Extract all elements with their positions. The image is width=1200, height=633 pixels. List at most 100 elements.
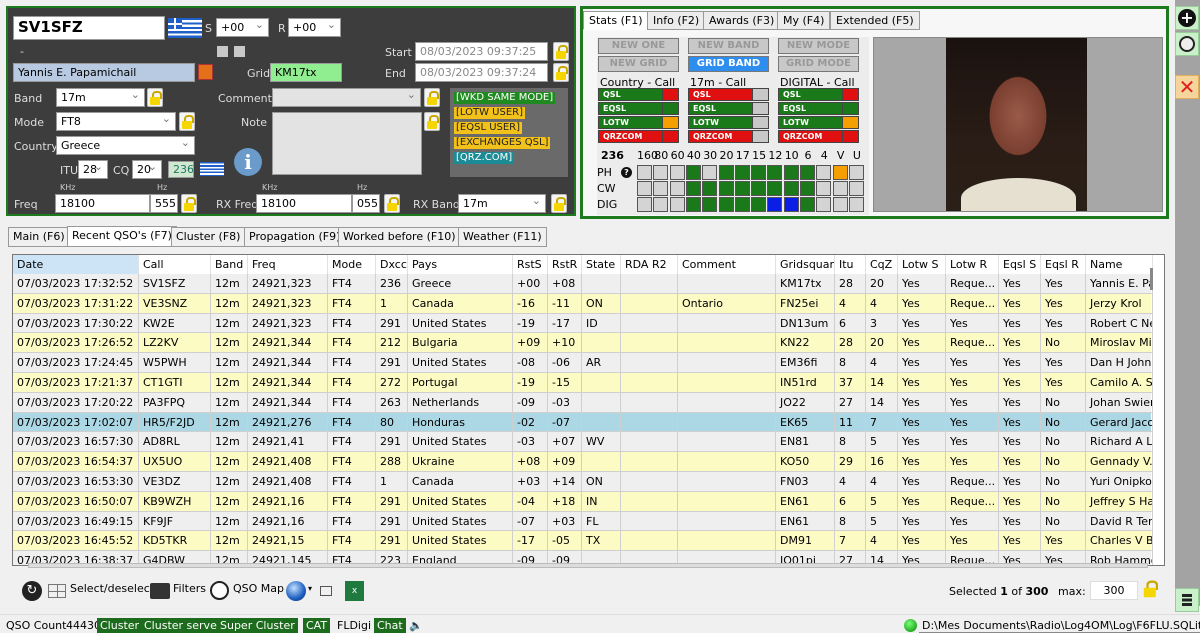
- table-row[interactable]: 07/03/2023 16:57:30 AD8RL 12m 24921,41 FT4 29…: [13, 432, 1153, 453]
- status-cluster[interactable]: Cluster: [97, 618, 143, 633]
- column-header-comment[interactable]: Comment: [678, 255, 776, 275]
- column-header-cqz[interactable]: CqZ: [866, 255, 898, 275]
- database-path[interactable]: D:\Mes Documents\Radio\Log4OM\Log\F6FLU.…: [919, 618, 1200, 633]
- table-row[interactable]: 07/03/2023 17:30:22 KW2E 12m 24921,323 FT4 29…: [13, 313, 1153, 334]
- column-header-pays[interactable]: Pays: [408, 255, 513, 275]
- max-input[interactable]: 300: [1090, 581, 1138, 600]
- rx-band-select[interactable]: 17m: [458, 194, 546, 213]
- stats-new-one-button[interactable]: NEW ONE: [598, 38, 679, 54]
- speaker-icon[interactable]: 🔈: [406, 618, 426, 633]
- lock-icon[interactable]: [384, 194, 400, 213]
- column-header-state[interactable]: State: [582, 255, 621, 275]
- lock-icon[interactable]: [179, 112, 195, 131]
- callsign-input[interactable]: SV1SFZ: [13, 16, 165, 40]
- table-row[interactable]: 07/03/2023 16:49:15 KF9JF 12m 24921,16 FT4 29…: [13, 511, 1153, 532]
- toggle-square-1[interactable]: [217, 46, 228, 57]
- tab-main-f6[interactable]: Main (F6): [8, 227, 70, 247]
- column-header-lotw-s[interactable]: Lotw S: [898, 255, 946, 275]
- itu-select[interactable]: 28: [78, 160, 108, 179]
- lock-icon[interactable]: [147, 88, 163, 107]
- layout-button[interactable]: [1175, 588, 1199, 612]
- status-super-cluster[interactable]: Super Cluster: [217, 618, 298, 633]
- status-cluster-server[interactable]: Cluster server: [141, 618, 225, 633]
- table-row[interactable]: 07/03/2023 17:31:22 VE3SNZ 12m 24921,323 FT4…: [13, 293, 1153, 314]
- globe-button[interactable]: [1175, 32, 1199, 56]
- table-row[interactable]: 07/03/2023 16:50:07 KB9WZH 12m 24921,16 FT4 2…: [13, 491, 1153, 512]
- lookup-icon[interactable]: [198, 64, 213, 80]
- vertical-scrollbar[interactable]: [1150, 268, 1153, 290]
- column-header-band[interactable]: Band: [211, 255, 248, 275]
- column-header-eqsl-r[interactable]: Eqsl R: [1041, 255, 1086, 275]
- status-cat[interactable]: CAT: [303, 618, 331, 633]
- lock-icon[interactable]: [553, 42, 569, 61]
- rst-sent-select[interactable]: +00: [216, 18, 269, 37]
- tab-worked-before-f10[interactable]: Worked before (F10): [338, 227, 461, 247]
- horizontal-scrollbar[interactable]: [28, 563, 1148, 568]
- mode-select[interactable]: FT8: [56, 112, 176, 131]
- table-row[interactable]: 07/03/2023 17:32:52 SV1SFZ 12m 24921,323 FT4…: [13, 274, 1153, 294]
- column-header-lotw-r[interactable]: Lotw R: [946, 255, 999, 275]
- column-header-rsts[interactable]: RstS: [513, 255, 548, 275]
- info-tab[interactable]: Stats (F1): [583, 11, 649, 30]
- status-fldigi[interactable]: FLDigi: [334, 618, 374, 633]
- tab-propagation-f9[interactable]: Propagation (F9): [244, 227, 346, 247]
- table-row[interactable]: 07/03/2023 16:54:37 UX5UO 12m 24921,408 FT4 2…: [13, 452, 1153, 472]
- table-row[interactable]: 07/03/2023 17:26:52 LZ2KV 12m 24921,344 FT4 2…: [13, 333, 1153, 354]
- info-tab[interactable]: Extended (F5): [830, 11, 920, 30]
- table-row[interactable]: 07/03/2023 17:02:07 HR5/F2JD 12m 24921,276 F…: [13, 412, 1153, 433]
- table-row[interactable]: 07/03/2023 17:21:37 CT1GTI 12m 24921,344 FT4…: [13, 373, 1153, 393]
- tab-cluster-f8[interactable]: Cluster (F8): [171, 227, 246, 247]
- column-header-itu[interactable]: Itu: [835, 255, 866, 275]
- info-icon[interactable]: i: [234, 148, 262, 176]
- table-row[interactable]: 07/03/2023 16:53:30 VE3DZ 12m 24921,408 FT4 1…: [13, 472, 1153, 492]
- dropdown-arrow-icon[interactable]: ▾: [308, 584, 312, 593]
- tab-weather-f11[interactable]: Weather (F11): [458, 227, 547, 247]
- freq-khz-input[interactable]: 18100: [55, 194, 150, 213]
- end-datetime-input[interactable]: 08/03/2023 09:37:24: [415, 63, 548, 82]
- rst-received-select[interactable]: +00: [288, 18, 341, 37]
- info-tab[interactable]: Awards (F3): [703, 11, 781, 30]
- column-header-rstr[interactable]: RstR: [548, 255, 582, 275]
- table-row[interactable]: 07/03/2023 17:20:22 PA3FPQ 12m 24921,344 FT4…: [13, 392, 1153, 413]
- column-header-dxcc[interactable]: Dxcc: [376, 255, 408, 275]
- lock-icon[interactable]: [551, 194, 567, 213]
- lock-icon[interactable]: [553, 63, 569, 82]
- tab-recent-qso-s-f7[interactable]: Recent QSO's (F7): [67, 226, 177, 247]
- info-tab[interactable]: Info (F2): [647, 11, 706, 30]
- column-header-rda-r2[interactable]: RDA R2: [621, 255, 678, 275]
- column-header-eqsl-s[interactable]: Eqsl S: [999, 255, 1041, 275]
- help-icon[interactable]: ?: [621, 167, 632, 178]
- freq-hz-input[interactable]: 555: [150, 194, 178, 213]
- column-header-mode[interactable]: Mode: [328, 255, 376, 275]
- status-chat[interactable]: Chat: [374, 618, 406, 633]
- qso-map-button[interactable]: QSO Map: [233, 582, 284, 595]
- select-deselect-button[interactable]: Select/deselect: [70, 582, 154, 595]
- add-qso-button[interactable]: +: [1175, 6, 1199, 30]
- band-select[interactable]: 17m: [56, 88, 145, 107]
- column-header-name[interactable]: Name: [1086, 255, 1153, 275]
- table-row[interactable]: 07/03/2023 16:45:52 KD5TKR 12m 24921,15 FT4 2…: [13, 531, 1153, 552]
- stats-new-grid-button[interactable]: NEW GRID: [598, 56, 679, 72]
- start-datetime-input[interactable]: 08/03/2023 09:37:25: [415, 42, 548, 61]
- filters-button[interactable]: Filters: [173, 582, 206, 595]
- clear-button[interactable]: ✕: [1175, 75, 1199, 99]
- rx-freq-khz-input[interactable]: 18100: [256, 194, 352, 213]
- country-select[interactable]: Greece: [56, 136, 195, 155]
- lock-icon[interactable]: [424, 88, 440, 107]
- window-icon[interactable]: [320, 586, 332, 596]
- refresh-icon[interactable]: ↻: [22, 581, 42, 601]
- grid-input[interactable]: KM17tx: [270, 63, 342, 82]
- lock-icon[interactable]: [1141, 578, 1160, 601]
- stats-new-mode-button[interactable]: NEW MODE: [778, 38, 859, 54]
- comment-select[interactable]: [272, 88, 421, 107]
- column-header-date[interactable]: Date: [13, 255, 139, 275]
- google-earth-icon[interactable]: [286, 581, 306, 601]
- column-header-call[interactable]: Call: [139, 255, 211, 275]
- stats-grid-mode-button[interactable]: GRID MODE: [778, 56, 859, 72]
- stats-new-band-button[interactable]: NEW BAND: [688, 38, 769, 54]
- column-header-gridsquare[interactable]: Gridsquare: [776, 255, 835, 275]
- stats-grid-band-button[interactable]: GRID BAND: [688, 56, 769, 72]
- name-input[interactable]: Yannis E. Papamichail: [13, 63, 195, 82]
- info-tab[interactable]: My (F4): [777, 11, 831, 30]
- note-textarea[interactable]: [272, 112, 422, 175]
